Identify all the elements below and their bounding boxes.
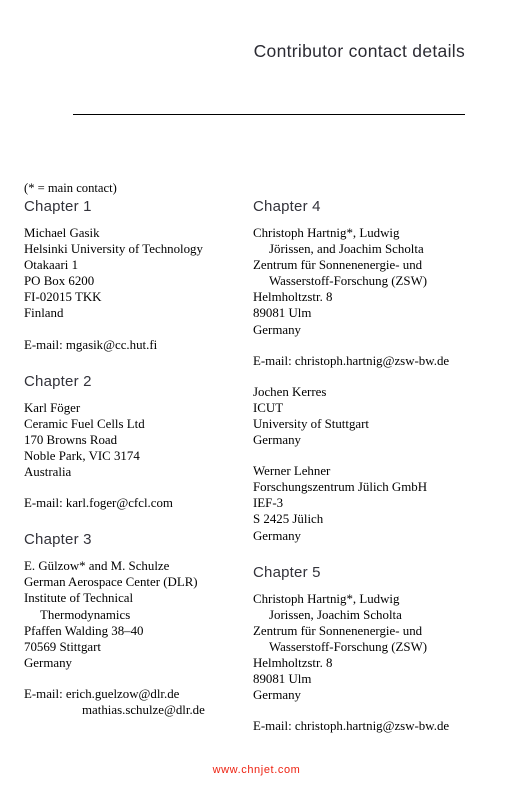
chapter-heading-4: Chapter 4	[253, 198, 321, 215]
address-line: Helmholtzstr. 8	[253, 655, 333, 670]
page-header: Contributor contact details	[73, 40, 465, 62]
chapter-heading-1: Chapter 1	[24, 198, 92, 215]
address-line: Wasserstoff-Forschung (ZSW)	[269, 639, 428, 654]
address-line: IEF-3	[253, 496, 284, 511]
chapter-heading-5: Chapter 5	[253, 563, 321, 581]
watermark: www.chnjet.com	[212, 764, 301, 776]
address-block: E-mail: erich.guelzow@dlr.de mathias.schu…	[24, 686, 248, 718]
address-line: Ceramic Fuel Cells Ltd	[24, 416, 145, 431]
address-block: Christoph Hartnig*, Ludwig Jorissen, Joac…	[253, 591, 503, 704]
address-line: 70569 Stittgart	[24, 639, 101, 654]
heading-spacer	[253, 216, 503, 225]
address-line: Jörissen, and Joachim Scholta	[269, 242, 424, 257]
address-line: Wasserstoff-Forschung (ZSW)	[269, 274, 428, 289]
address-block: E-mail: christoph.hartnig@zsw-bw.de	[253, 718, 503, 734]
address-line: 89081 Ulm	[253, 672, 312, 687]
address-line: Germany	[253, 322, 301, 337]
address-line: mathias.schulze@dlr.de	[82, 702, 205, 717]
address-block: Michael Gasik Helsinki University of Tech…	[24, 225, 248, 322]
address-line: E. Gülzow* and M. Schulze	[24, 559, 170, 574]
address-line: E-mail: christoph.hartnig@zsw-bw.de	[253, 719, 450, 734]
address-block: E. Gülzow* and M. Schulze German Aerospac…	[24, 558, 248, 671]
address-line: E-mail: erich.guelzow@dlr.de	[24, 686, 180, 701]
address-line: Helsinki University of Technology	[24, 242, 203, 257]
address-line: Werner Lehner	[253, 464, 331, 479]
address-line: 170 Browns Road	[24, 432, 118, 447]
heading-spacer	[253, 582, 503, 591]
address-line: Michael Gasik	[24, 226, 100, 240]
address-block: Karl Föger Ceramic Fuel Cells Ltd 170 Brow…	[24, 400, 248, 480]
address-block: Christoph Hartnig*, Ludwig Jörissen, and …	[253, 225, 503, 338]
address-line: Australia	[24, 465, 72, 480]
address-block: Jochen Kerres ICUT University of Stuttgart…	[253, 384, 503, 448]
address-block: Werner Lehner Forschungszentrum Jülich Gm…	[253, 463, 503, 543]
address-line: Jochen Kerres	[253, 384, 327, 399]
chapter-spacer	[24, 353, 248, 372]
chapter-heading-2: Chapter 2	[24, 372, 92, 390]
address-line: Germany	[253, 528, 301, 543]
address-line: Zentrum für Sonnenenergie- und	[253, 623, 423, 638]
address-line: Helmholtzstr. 8	[253, 290, 333, 305]
address-block: E-mail: karl.foger@cfcl.com	[24, 495, 248, 511]
main-contact-note: (* = main contact)	[24, 181, 117, 195]
heading-spacer	[24, 549, 248, 558]
address-line: Pfaffen Walding 38–40	[24, 623, 144, 638]
address-line: E-mail: karl.foger@cfcl.com	[24, 496, 173, 511]
address-line: ICUT	[253, 400, 284, 415]
address-line: Germany	[253, 688, 301, 703]
address-line: Jorissen, Joachim Scholta	[269, 607, 402, 622]
address-line: S 2425 Jülich	[253, 512, 324, 527]
header-divider	[73, 114, 465, 115]
address-line: FI-02015 TKK	[24, 290, 102, 305]
address-line: German Aerospace Center (DLR)	[24, 575, 198, 590]
address-line: Otakaari 1	[24, 258, 79, 273]
address-line: Christoph Hartnig*, Ludwig	[253, 226, 400, 240]
right-column: Chapter 4 Christoph Hartnig*, Ludwig Jöris…	[253, 197, 503, 734]
address-line: Germany	[253, 433, 301, 448]
chapter-spacer	[253, 544, 503, 563]
address-block: E-mail: mgasik@cc.hut.fi	[24, 337, 248, 353]
left-column: Chapter 1 Michael Gasik Helsinki Universit…	[24, 197, 248, 718]
address-line: University of Stuttgart	[253, 416, 370, 431]
address-line: Noble Park, VIC 3174	[24, 448, 140, 463]
address-line: Forschungszentrum Jülich GmbH	[253, 480, 428, 495]
address-line: E-mail: mgasik@cc.hut.fi	[24, 337, 158, 352]
chapter-heading-3: Chapter 3	[24, 531, 92, 549]
address-line: Christoph Hartnig*, Ludwig	[253, 591, 400, 606]
address-line: Institute of Technical	[24, 591, 134, 606]
heading-spacer	[24, 216, 248, 225]
address-line: Thermodynamics	[40, 607, 131, 622]
address-line: E-mail: christoph.hartnig@zsw-bw.de	[253, 353, 450, 368]
address-line: Germany	[24, 655, 72, 670]
address-block: E-mail: christoph.hartnig@zsw-bw.de	[253, 353, 503, 369]
address-line: Zentrum für Sonnenenergie- und	[253, 258, 423, 273]
address-line: Karl Föger	[24, 400, 81, 415]
page-title: Contributor contact details	[253, 41, 465, 61]
heading-spacer	[24, 391, 248, 400]
address-line: Finland	[24, 306, 64, 321]
address-line: PO Box 6200	[24, 274, 95, 289]
document-page: Contributor contact details (* = main co…	[0, 0, 513, 785]
chapter-spacer	[24, 511, 248, 530]
address-line: 89081 Ulm	[253, 306, 312, 321]
